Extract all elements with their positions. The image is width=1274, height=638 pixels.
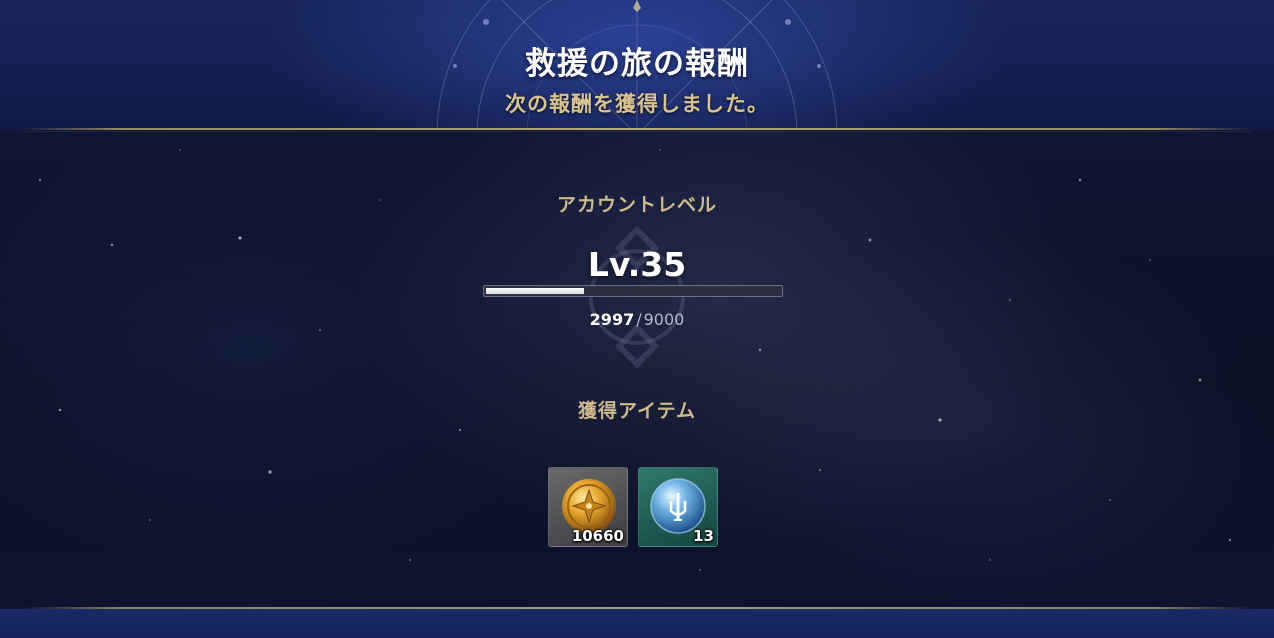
account-level-value: Lv.35	[587, 245, 687, 284]
page-title: 救援の旅の報酬	[525, 46, 749, 82]
top-divider	[22, 128, 1252, 130]
reward-item-count: 13	[693, 527, 714, 545]
exp-progress-fill	[486, 288, 584, 294]
acquired-items-label: 獲得アイテム	[577, 400, 697, 422]
header-banner: 救援の旅の報酬 次の報酬を獲得しました。	[0, 0, 1274, 130]
reward-item-count: 10660	[571, 527, 624, 545]
account-level-label: アカウントレベル	[556, 194, 717, 216]
reward-item-orb[interactable]: 13	[638, 467, 718, 547]
reward-screen: 救援の旅の報酬 次の報酬を獲得しました。 アカウントレベル Lv.35 2997…	[0, 0, 1274, 638]
footer-banner	[0, 609, 1274, 638]
reward-item-gold[interactable]: 10660	[548, 467, 628, 547]
page-subtitle: 次の報酬を獲得しました。	[505, 92, 769, 116]
exp-current: 2997	[589, 310, 635, 329]
top-divider-highlight	[22, 131, 1252, 132]
exp-max: 9000	[643, 310, 685, 329]
exp-progress-bar	[483, 285, 783, 297]
exp-readout: 2997/9000	[0, 310, 1274, 329]
exp-separator: /	[636, 310, 642, 329]
